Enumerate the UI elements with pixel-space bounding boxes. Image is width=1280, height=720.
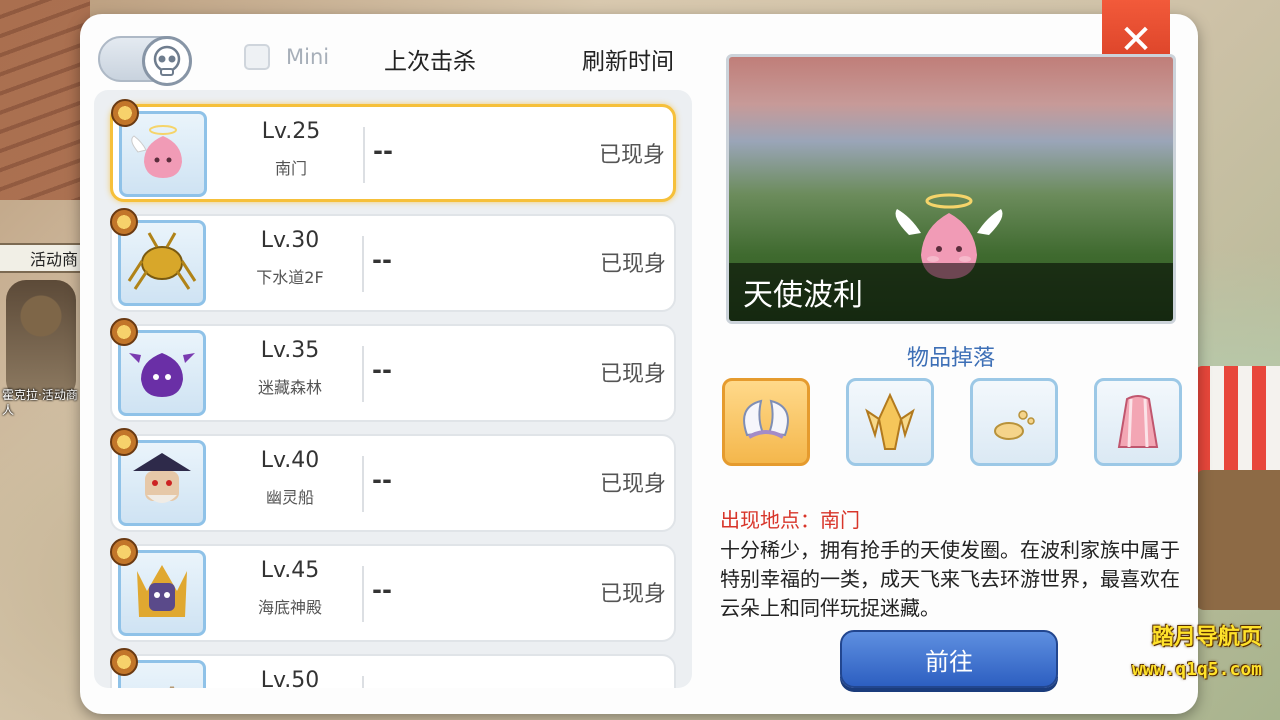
jellopy-icon [994, 410, 1035, 440]
monster-map: 下水道2F [256, 268, 324, 287]
skull-icon [142, 36, 192, 86]
crystal-shard-icon [865, 392, 915, 450]
mvp-icon [127, 671, 197, 688]
watermark: 踏月导航页 www.q1q5.com [1132, 622, 1262, 686]
monster-map: 海底神殿 [257, 598, 322, 617]
spawn-status: 已现身 [599, 362, 666, 387]
background-roof [0, 0, 90, 200]
mvp-badge-icon [110, 538, 138, 566]
spawn-status: 已现身 [599, 472, 666, 497]
mini-checkbox[interactable] [244, 44, 270, 70]
column-divider [362, 566, 364, 622]
column-divider [362, 346, 364, 402]
monster-description: 十分稀少，拥有抢手的天使发圈。在波利家族中属于特别幸福的一类，成天飞来飞去环游世… [720, 538, 1180, 620]
mini-option: Mini [244, 44, 329, 70]
spawn-status: 已现身 [599, 252, 666, 277]
mvp-toggle[interactable] [98, 36, 192, 86]
background-cart [1196, 470, 1280, 610]
drop-item[interactable] [846, 378, 934, 466]
drop-item[interactable] [1094, 378, 1182, 466]
monster-level: Lv.50 [260, 668, 320, 688]
last-kill-time: -- [373, 137, 393, 165]
watermark-title: 踏月导航页 [1151, 625, 1262, 650]
background-shop-sign: 活动商 [0, 243, 86, 273]
background-npc [6, 280, 76, 400]
mvp-row[interactable]: Lv.50 [110, 648, 676, 688]
spawn-status: 已现身 [599, 582, 666, 607]
angel-wing-headband-icon [743, 399, 789, 439]
drop-item[interactable] [970, 378, 1058, 466]
spawn-status: 已现身 [598, 143, 665, 168]
background-stall [1196, 366, 1280, 476]
pink-robe-icon [1117, 395, 1159, 448]
monster-map: 迷藏森林 [257, 378, 322, 397]
mvp-row[interactable]: Lv.45 海底神殿 -- 已现身 [110, 538, 676, 642]
monster-level: Lv.35 [260, 338, 320, 363]
mini-label: Mini [286, 45, 330, 69]
column-divider [362, 236, 364, 292]
mvp-panel: Mini 上次击杀 刷新时间 Lv.25 南门 -- 已现身 Lv.30 下水道2F -- 已… [80, 0, 1198, 714]
monster-level: Lv.45 [260, 558, 320, 583]
watermark-url: www.q1q5.com [1131, 659, 1262, 680]
drake-icon [127, 451, 197, 515]
monster-name: 天使波利 [729, 263, 1173, 321]
angeling-icon [128, 122, 198, 186]
mvp-badge-icon [110, 428, 138, 456]
goto-button[interactable]: 前往 [840, 630, 1058, 688]
drop-title: 物品掉落 [906, 346, 995, 371]
last-kill-time: -- [372, 246, 392, 274]
monster-level: Lv.30 [260, 228, 320, 253]
column-header-refresh-time: 刷新时间 [582, 49, 674, 75]
drop-item[interactable] [722, 378, 810, 466]
golden-thief-bug-icon [127, 231, 197, 295]
last-kill-time: -- [372, 466, 392, 494]
mvp-list[interactable]: Lv.25 南门 -- 已现身 Lv.30 下水道2F -- 已现身 Lv.35 迷藏森林 -- 已现… [94, 90, 692, 688]
monster-level: Lv.40 [260, 448, 320, 473]
drop-list [722, 378, 1182, 466]
deviling-icon [127, 341, 197, 405]
column-header-last-kill: 上次击杀 [384, 49, 476, 75]
last-kill-time: -- [372, 356, 392, 384]
strouf-icon [127, 561, 197, 625]
mvp-badge-icon [111, 99, 139, 127]
monster-level: Lv.25 [261, 119, 321, 144]
mvp-row[interactable]: Lv.35 迷藏森林 -- 已现身 [110, 318, 676, 422]
spawn-location: 出现地点：南门 [720, 508, 860, 532]
monster-map: 南门 [274, 159, 307, 178]
mvp-badge-icon [110, 208, 138, 236]
column-divider [362, 676, 364, 688]
last-kill-time: -- [372, 576, 392, 604]
mvp-row[interactable]: Lv.25 南门 -- 已现身 [110, 99, 676, 202]
mvp-row[interactable]: Lv.30 下水道2F -- 已现身 [110, 208, 676, 312]
column-divider [363, 127, 365, 183]
monster-map: 幽灵船 [265, 488, 314, 507]
mvp-badge-icon [110, 648, 138, 676]
monster-preview: 天使波利 [726, 54, 1176, 324]
mvp-badge-icon [110, 318, 138, 346]
column-divider [362, 456, 364, 512]
background-npc-name: 霍克拉·活动商人 [2, 388, 78, 417]
mvp-row[interactable]: Lv.40 幽灵船 -- 已现身 [110, 428, 676, 532]
